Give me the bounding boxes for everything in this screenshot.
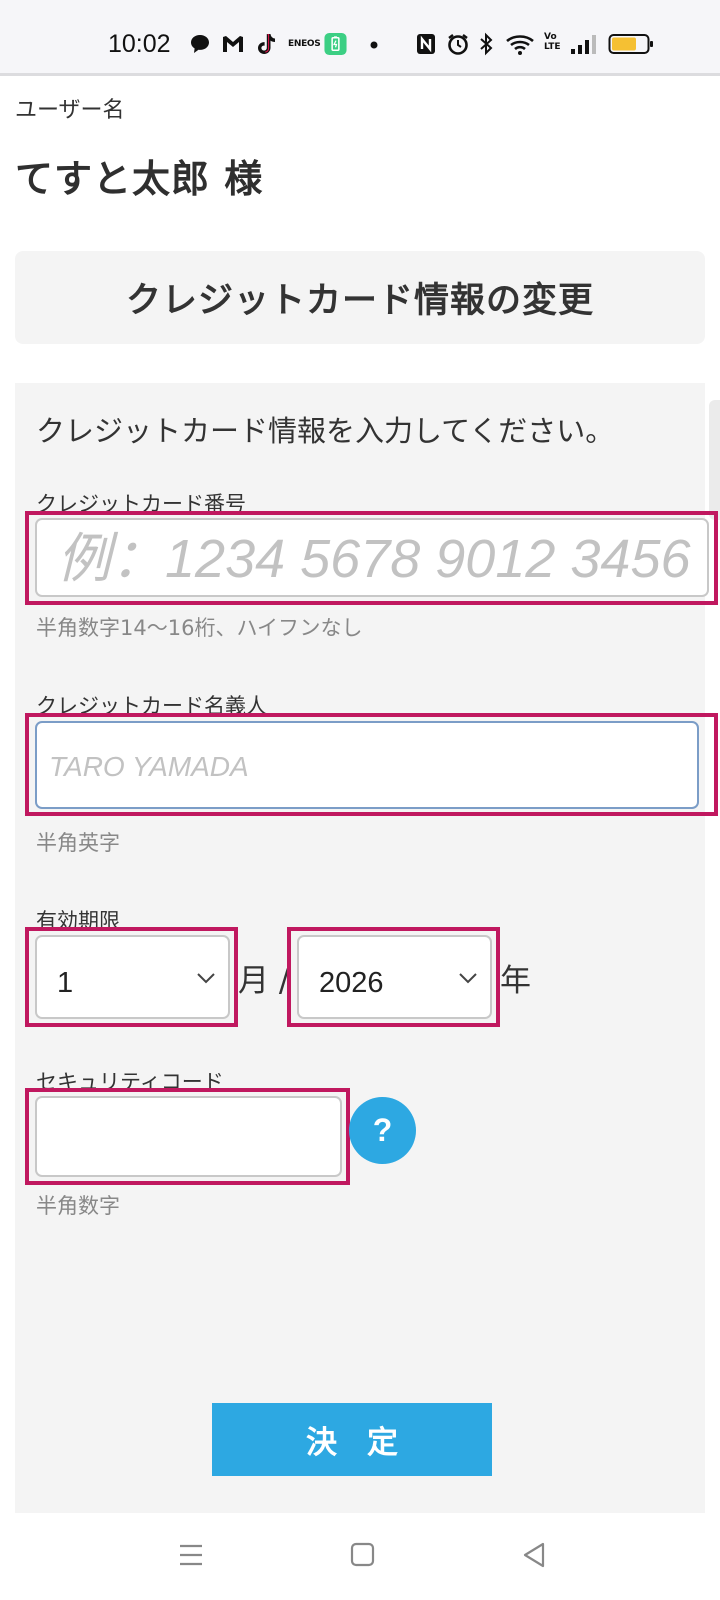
expiry-year-value: 2026 — [319, 967, 384, 999]
card-holder-placeholder: TARO YAMADA — [49, 751, 249, 782]
back-icon[interactable] — [521, 1541, 547, 1569]
card-holder-input[interactable]: TARO YAMADA — [35, 721, 699, 809]
eneos-icon: ENEOS — [288, 39, 321, 49]
dot-icon — [370, 41, 378, 49]
security-code-input[interactable] — [35, 1096, 342, 1177]
signal-icon — [571, 35, 596, 54]
user-name: てすと太郎 様 — [15, 157, 264, 201]
alarm-icon — [448, 34, 468, 55]
security-code-hint: 半角数字 — [36, 1194, 120, 1218]
page-title-box: クレジットカード情報の変更 — [15, 251, 705, 344]
status-time: 10:02 — [108, 30, 171, 58]
chevron-down-icon — [459, 973, 477, 984]
submit-button-label: 決定 — [306, 1425, 428, 1461]
chevron-down-icon — [197, 973, 215, 984]
card-holder-hint: 半角英字 — [36, 831, 120, 855]
page-title: クレジットカード情報の変更 — [125, 281, 594, 321]
chat-bubble-icon — [191, 35, 209, 53]
status-bar: 10:02 ENEOS Vo LTE — [0, 0, 720, 76]
nfc-icon — [417, 34, 435, 54]
submit-button[interactable]: 決定 — [212, 1403, 492, 1476]
menu-icon[interactable] — [177, 1541, 205, 1569]
home-icon[interactable] — [349, 1541, 376, 1569]
user-name-label: ユーザー名 — [15, 98, 125, 123]
card-number-placeholder: 例：1234 5678 9012 3456 — [57, 529, 691, 589]
expiry-year-unit: 年 — [500, 963, 531, 999]
battery-icon — [608, 34, 653, 54]
expiry-year-select[interactable]: 2026 — [297, 935, 492, 1019]
form-intro: クレジットカード情報を入力してください。 — [36, 414, 615, 448]
battery-saver-icon — [324, 32, 347, 56]
card-number-hint: 半角数字14〜16桁、ハイフンなし — [36, 616, 363, 640]
wifi-icon — [506, 35, 534, 55]
tiktok-icon — [258, 34, 275, 54]
system-nav-bar — [0, 1513, 720, 1600]
scroll-indicator — [709, 400, 720, 520]
card-number-input[interactable]: 例：1234 5678 9012 3456 — [35, 518, 709, 597]
bluetooth-icon — [480, 32, 493, 56]
expiry-month-value: 1 — [57, 967, 74, 999]
gmail-icon — [223, 36, 243, 52]
expiry-month-unit: 月 / — [238, 963, 290, 999]
volte-icon: Vo LTE — [544, 32, 561, 52]
security-code-help-button[interactable]: ? — [349, 1097, 416, 1164]
expiry-month-select[interactable]: 1 — [35, 935, 230, 1019]
